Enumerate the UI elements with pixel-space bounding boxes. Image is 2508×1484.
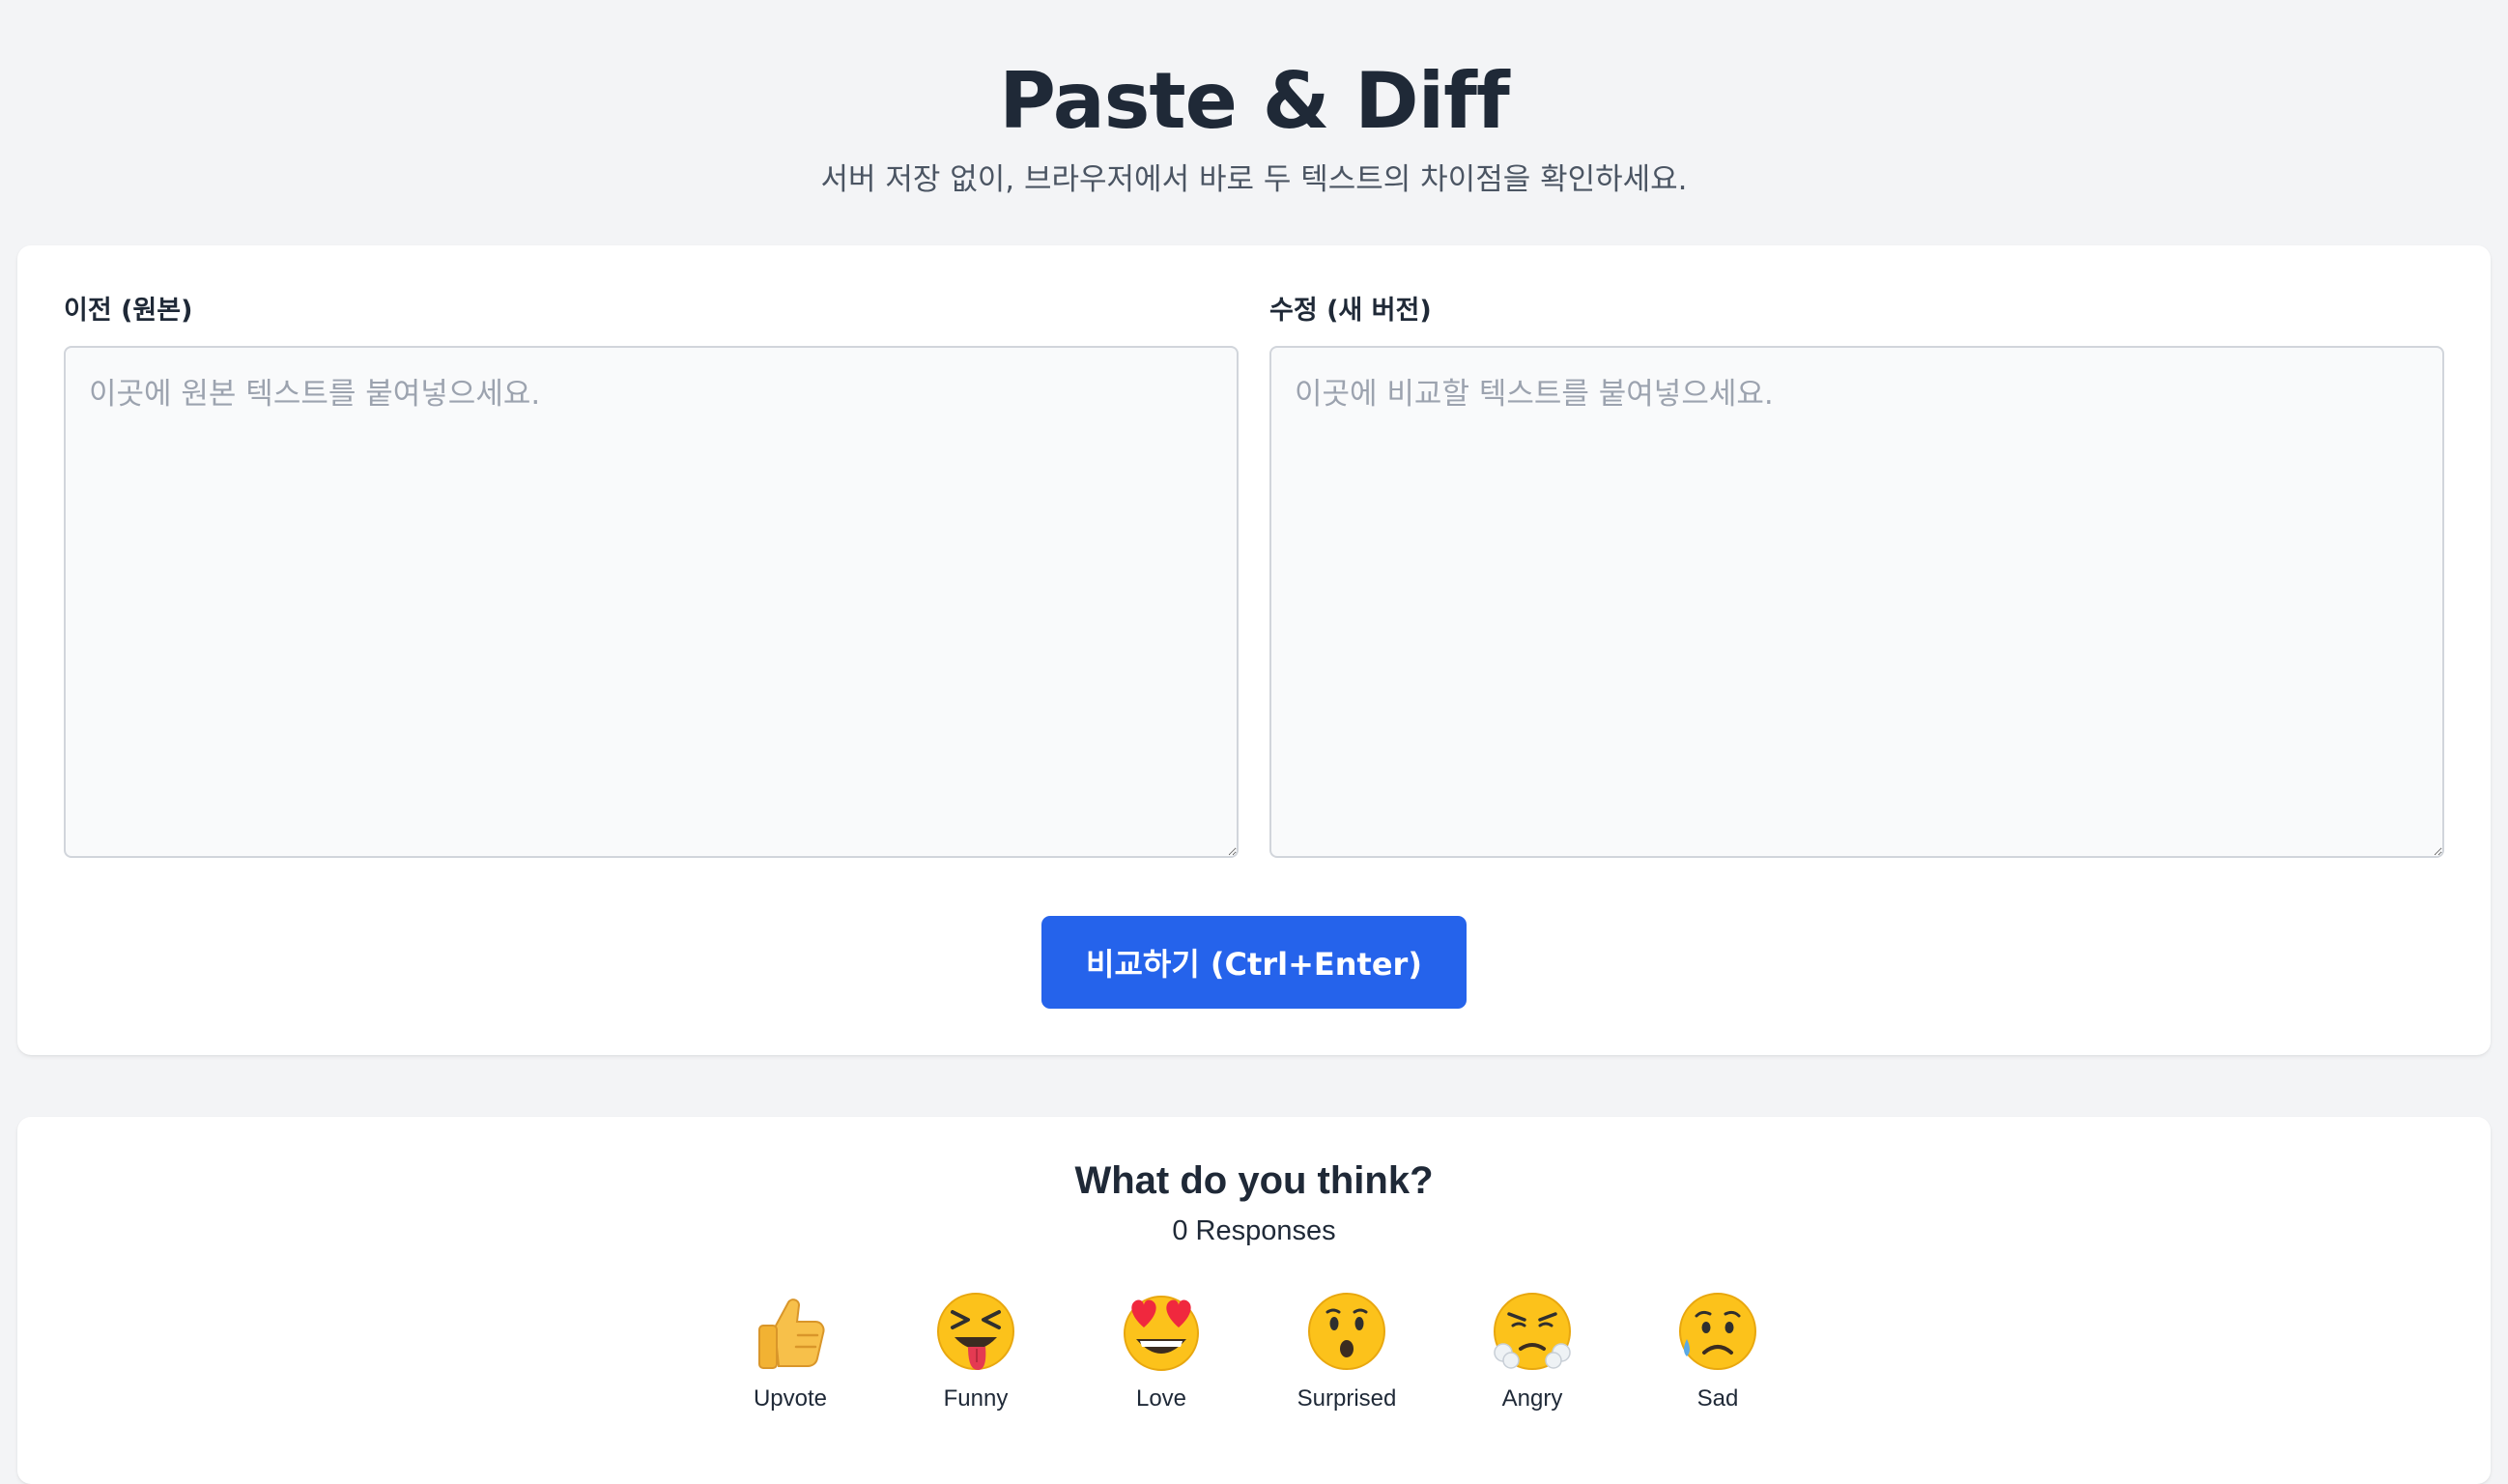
- squinting-tongue-face-icon: [937, 1293, 1014, 1370]
- reaction-label: Surprised: [1297, 1385, 1397, 1412]
- reaction-label: Love: [1135, 1385, 1187, 1412]
- compare-button[interactable]: 비교하기 (Ctrl+Enter): [1041, 916, 1467, 1009]
- reaction-love[interactable]: Love: [1084, 1291, 1239, 1414]
- reaction-sad[interactable]: Sad: [1640, 1291, 1795, 1414]
- reaction-funny[interactable]: Funny: [898, 1291, 1053, 1414]
- page-subtitle: 서버 저장 없이, 브라우저에서 바로 두 텍스트의 차이점을 확인하세요.: [820, 162, 1688, 197]
- modified-text-input[interactable]: [1269, 346, 2444, 858]
- original-text-label: 이전 (원본): [64, 296, 193, 326]
- page-title: Paste & Diff: [999, 56, 1510, 146]
- reaction-label: Funny: [943, 1385, 1009, 1412]
- heart-eyes-face-icon: [1124, 1296, 1199, 1371]
- reaction-label: Upvote: [753, 1385, 828, 1412]
- original-text-input[interactable]: [64, 346, 1239, 858]
- thumbs-up-icon: [758, 1298, 825, 1369]
- hushed-face-icon: [1308, 1293, 1385, 1370]
- reaction-upvote[interactable]: Upvote: [713, 1291, 868, 1414]
- reaction-label: Angry: [1501, 1385, 1563, 1412]
- reaction-surprised[interactable]: Surprised: [1269, 1291, 1424, 1414]
- sad-sweat-face-icon: [1679, 1293, 1756, 1370]
- reaction-label: Sad: [1696, 1385, 1739, 1412]
- feedback-response-count: 0 Responses: [1172, 1215, 1336, 1246]
- steaming-face-icon: [1494, 1293, 1571, 1370]
- modified-text-label: 수정 (새 버전): [1269, 296, 1432, 326]
- feedback-title: What do you think?: [1074, 1159, 1434, 1202]
- reaction-angry[interactable]: Angry: [1455, 1291, 1610, 1414]
- page-header: Paste & Diff 서버 저장 없이, 브라우저에서 바로 두 텍스트의 …: [0, 50, 2508, 199]
